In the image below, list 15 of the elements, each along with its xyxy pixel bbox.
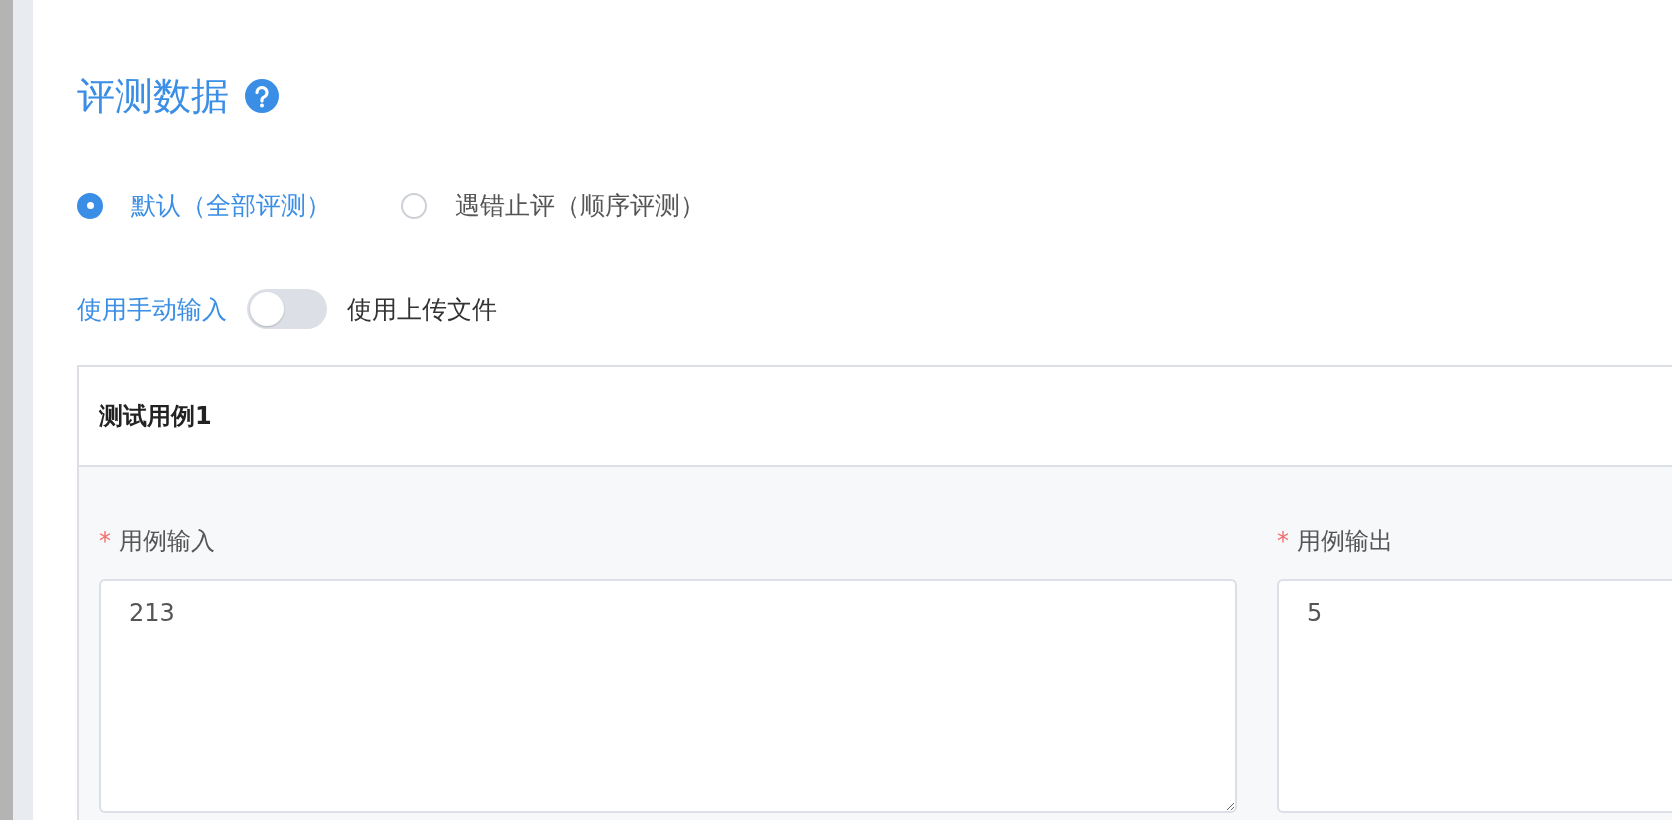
radio-icon[interactable] (77, 192, 103, 219)
required-mark: * (1277, 527, 1289, 555)
radio-option[interactable]: 遇错止评（顺序评测） (401, 189, 705, 222)
toggle-switch[interactable] (247, 289, 327, 329)
required-mark: * (99, 527, 111, 555)
section-title: 评测数据 (77, 72, 229, 120)
radio-icon[interactable] (401, 192, 427, 219)
card-title: 测试用例1 (99, 401, 212, 432)
text-area[interactable]: 213 (99, 579, 1237, 813)
switch-label: 使用手动输入 (77, 293, 227, 326)
field-label: 用例输入 (119, 526, 215, 557)
field-label: 用例输出 (1297, 526, 1393, 557)
text-area[interactable]: 5 (1277, 579, 1672, 813)
help-icon[interactable] (245, 79, 279, 113)
switch-label: 使用上传文件 (347, 293, 497, 326)
